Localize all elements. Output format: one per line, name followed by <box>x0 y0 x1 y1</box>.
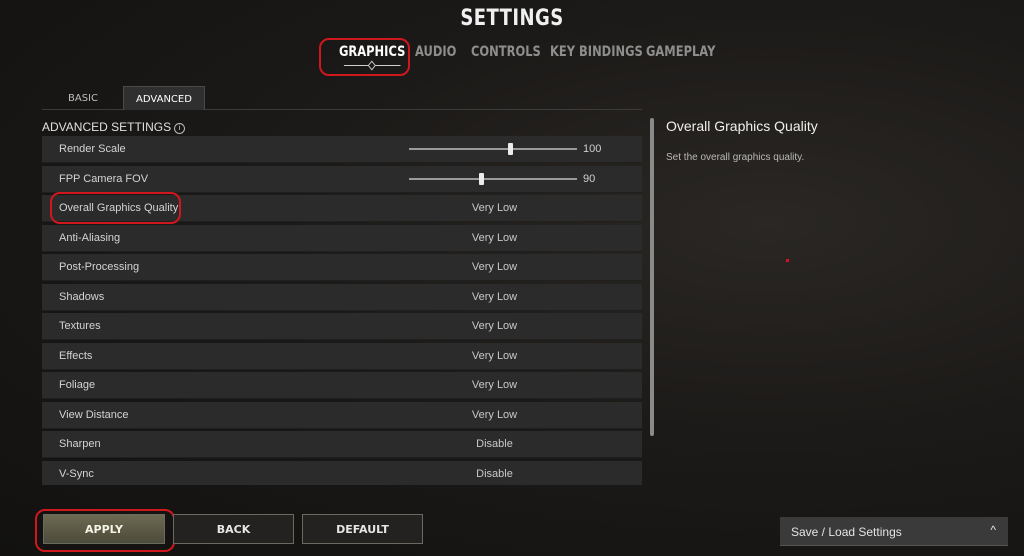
setting-label: Anti-Aliasing <box>59 231 121 244</box>
setting-value[interactable]: Very Low <box>342 202 642 214</box>
default-button[interactable]: DEFAULT <box>302 514 423 544</box>
chevron-up-icon: ^ <box>990 523 996 537</box>
save-load-label: Save / Load Settings <box>791 525 902 539</box>
sub-tab-basic[interactable]: BASIC <box>42 86 124 109</box>
back-button[interactable]: BACK <box>173 514 294 544</box>
setting-row-shadows[interactable]: Shadows Very Low <box>42 283 642 311</box>
setting-value[interactable]: Very Low <box>342 409 642 421</box>
setting-label: Sharpen <box>59 438 101 450</box>
settings-list: Render Scale 100 FPP Camera FOV 90 Overa… <box>42 136 642 485</box>
description-title: Overall Graphics Quality <box>666 118 818 134</box>
setting-label: V-Sync <box>59 467 94 480</box>
setting-row-view-distance[interactable]: View Distance Very Low <box>42 401 642 429</box>
setting-row-effects[interactable]: Effects Very Low <box>42 342 642 370</box>
tab-active-diamond-icon <box>368 60 377 71</box>
setting-value[interactable]: Very Low <box>342 350 642 362</box>
main-tabs: GRAPHICS AUDIO CONTROLS KEY BINDINGS GAM… <box>0 44 1024 71</box>
page-title: SETTINGS <box>460 6 564 31</box>
setting-label: Textures <box>59 320 101 332</box>
tab-graphics-label: GRAPHICS <box>339 44 406 60</box>
setting-value[interactable]: Very Low <box>342 320 642 332</box>
info-icon[interactable]: i <box>174 123 186 134</box>
description-text: Set the overall graphics quality. <box>666 152 805 163</box>
sub-tabs: BASIC ADVANCED <box>42 86 642 110</box>
apply-button[interactable]: APPLY <box>43 514 165 544</box>
sub-tab-advanced[interactable]: ADVANCED <box>123 86 205 110</box>
slider-value: 90 <box>583 172 596 185</box>
tab-audio[interactable]: AUDIO <box>415 44 456 60</box>
section-title: ADVANCED SETTINGS <box>42 120 172 134</box>
render-scale-slider[interactable] <box>409 143 577 155</box>
setting-label: FPP Camera FOV <box>59 172 149 185</box>
slider-thumb[interactable] <box>479 172 485 185</box>
setting-label: Foliage <box>59 379 96 391</box>
setting-label: Effects <box>59 349 93 362</box>
setting-row-render-scale[interactable]: Render Scale 100 <box>42 136 642 163</box>
setting-row-overall-graphics-quality[interactable]: Overall Graphics Quality Very Low <box>42 195 642 222</box>
setting-value[interactable]: Disable <box>342 438 642 450</box>
tab-controls[interactable]: CONTROLS <box>471 44 541 60</box>
setting-value[interactable]: Very Low <box>342 232 642 244</box>
tab-gameplay[interactable]: GAMEPLAY <box>646 44 715 60</box>
slider-value: 100 <box>583 143 602 155</box>
setting-value[interactable]: Very Low <box>342 379 642 391</box>
setting-value[interactable]: Very Low <box>342 291 642 303</box>
setting-row-v-sync[interactable]: V-Sync Disable <box>42 460 642 485</box>
red-marker-dot <box>786 259 789 262</box>
section-heading: ADVANCED SETTINGS i <box>42 120 186 134</box>
fov-slider[interactable] <box>409 172 577 185</box>
setting-row-foliage[interactable]: Foliage Very Low <box>42 372 642 399</box>
save-load-settings-button[interactable]: Save / Load Settings ^ <box>780 517 1008 546</box>
setting-label: Overall Graphics Quality <box>59 202 179 214</box>
setting-row-anti-aliasing[interactable]: Anti-Aliasing Very Low <box>42 224 642 252</box>
setting-row-textures[interactable]: Textures Very Low <box>42 313 642 340</box>
setting-label: Render Scale <box>59 143 126 155</box>
setting-label: Post-Processing <box>59 261 140 273</box>
setting-row-sharpen[interactable]: Sharpen Disable <box>42 431 642 458</box>
setting-label: Shadows <box>59 290 105 303</box>
setting-value[interactable]: Disable <box>342 468 642 480</box>
setting-label: View Distance <box>59 408 129 421</box>
setting-row-post-processing[interactable]: Post-Processing Very Low <box>42 254 642 281</box>
setting-value[interactable]: Very Low <box>342 261 642 273</box>
tab-key-bindings[interactable]: KEY BINDINGS <box>550 44 643 60</box>
slider-thumb[interactable] <box>507 143 513 155</box>
setting-row-fpp-camera-fov[interactable]: FPP Camera FOV 90 <box>42 165 642 193</box>
tab-graphics[interactable]: GRAPHICS <box>339 44 406 71</box>
settings-scrollbar[interactable] <box>650 118 654 436</box>
